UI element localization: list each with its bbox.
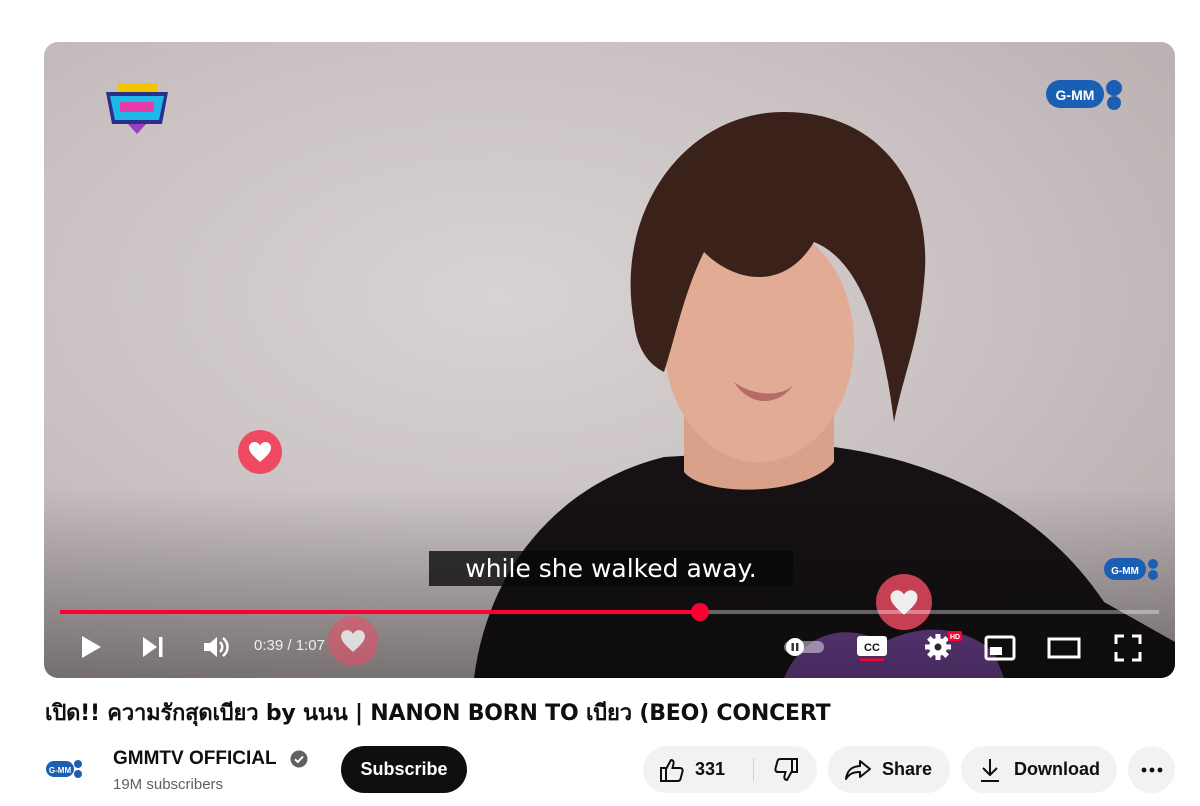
verified-badge-icon	[290, 750, 308, 768]
autoplay-toggle[interactable]	[782, 636, 826, 658]
download-label: Download	[1014, 759, 1100, 779]
share-button[interactable]: Share	[828, 746, 950, 793]
cc-icon: CC	[857, 636, 887, 661]
time-display: 0:39 / 1:07	[254, 636, 325, 656]
hd-badge: HD	[950, 634, 960, 641]
miniplayer-button[interactable]	[980, 630, 1020, 666]
theater-mode-button[interactable]	[1044, 630, 1084, 666]
subscriber-count: 19M subscribers	[113, 776, 224, 793]
channel-name[interactable]: GMMTV OFFICIAL	[113, 747, 277, 771]
theater-icon	[1047, 637, 1081, 659]
share-icon	[845, 759, 871, 780]
miniplayer-icon	[984, 635, 1016, 661]
current-time: 0:39	[254, 637, 284, 654]
volume-icon	[204, 637, 229, 657]
next-icon	[143, 637, 163, 657]
next-button[interactable]	[138, 632, 168, 662]
svg-text:CC: CC	[864, 642, 880, 654]
channel-avatar[interactable]: G-MM	[44, 749, 84, 789]
thumbs-up-icon	[660, 758, 684, 782]
floating-heart-icon	[328, 616, 378, 666]
video-title: เปิด!! ความรักสุดเบียว by นนน | NANON BO…	[45, 701, 831, 726]
download-icon	[981, 758, 999, 782]
captions-button[interactable]: CC	[852, 630, 892, 666]
more-actions-button[interactable]	[1128, 746, 1175, 793]
progress-scrubber[interactable]	[690, 603, 709, 621]
fullscreen-button[interactable]	[1108, 630, 1148, 666]
floating-heart-icon	[876, 574, 932, 630]
concert-logo	[106, 83, 168, 134]
like-dislike-group: 331	[643, 746, 817, 793]
autoplay-toggle-icon	[784, 638, 824, 656]
subscribe-button[interactable]: Subscribe	[341, 746, 467, 793]
download-button[interactable]: Download	[961, 746, 1117, 793]
settings-button[interactable]: HD	[918, 628, 966, 664]
gear-icon: HD	[925, 631, 962, 660]
gmmtv-small-logo: G-MM	[1104, 558, 1158, 580]
play-icon	[82, 636, 101, 658]
like-count: 331	[695, 759, 726, 779]
progress-played	[60, 610, 700, 614]
channel-logo-text: G-MM	[49, 766, 72, 775]
thumbs-down-icon	[773, 757, 798, 781]
like-button[interactable]: 331	[643, 746, 753, 793]
caption-text: while she walked away.	[429, 551, 793, 586]
channel-logo: G-MM	[44, 749, 84, 789]
mute-button[interactable]	[200, 632, 232, 662]
duration: 1:07	[295, 637, 325, 654]
dislike-button[interactable]	[754, 746, 817, 793]
gmm-logo-text: G-MM	[1056, 87, 1095, 103]
more-horizontal-icon	[1141, 767, 1162, 772]
gmm-small-logo-text: G-MM	[1111, 566, 1139, 577]
video-player[interactable]: G-MM G-MM while she walked away. 0:39 / …	[44, 42, 1175, 678]
gmmtv-watermark-logo: G-MM	[1046, 80, 1122, 110]
progress-bar[interactable]	[60, 603, 1159, 621]
fullscreen-icon	[1114, 634, 1142, 662]
floating-heart-icon	[238, 430, 282, 474]
play-button[interactable]	[76, 632, 106, 662]
share-label: Share	[882, 759, 933, 779]
time-separator: /	[283, 637, 296, 654]
